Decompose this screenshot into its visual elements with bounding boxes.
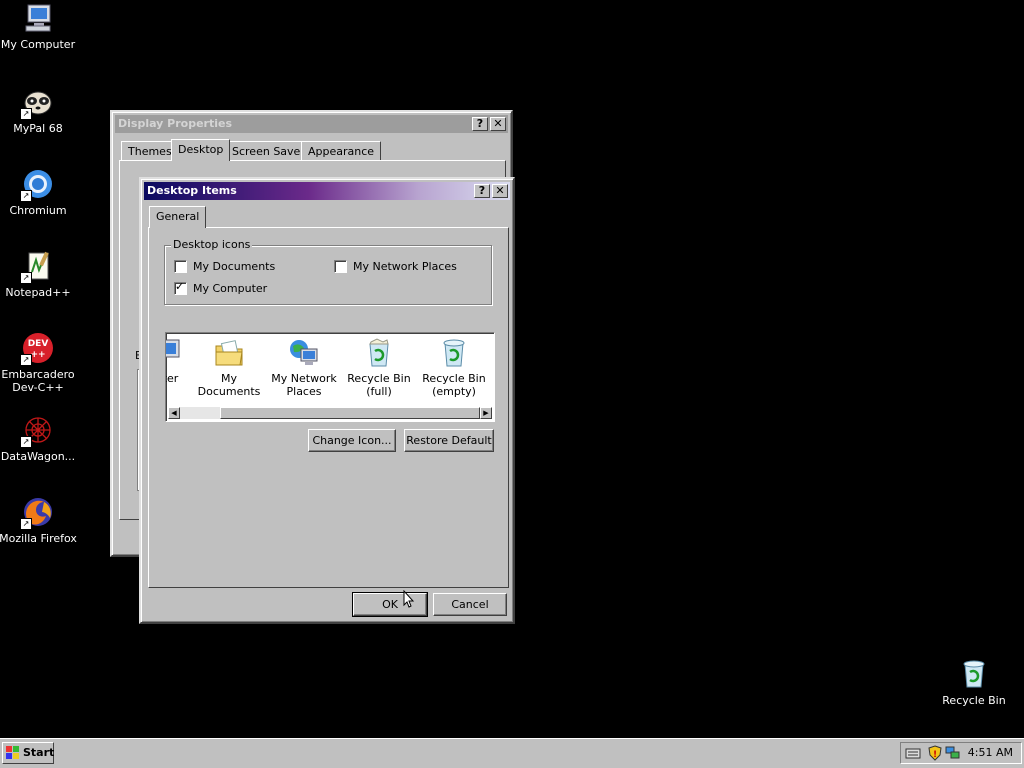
scroll-thumb[interactable] bbox=[220, 407, 480, 419]
checkbox-label: My Computer bbox=[193, 282, 268, 295]
devcpp-icon: DEV ++ ↗ bbox=[20, 332, 54, 366]
mypal-icon: ↗ bbox=[20, 86, 54, 120]
desktop-icon-label: MyPal 68 bbox=[13, 122, 63, 135]
desktop-icon-label: DataWagon... bbox=[0, 450, 76, 463]
network-places-icon bbox=[288, 337, 320, 369]
shortcut-arrow-icon: ↗ bbox=[20, 190, 32, 202]
shortcut-arrow-icon: ↗ bbox=[20, 354, 32, 366]
desktop-icon-label: Mozilla Firefox bbox=[0, 532, 77, 545]
checkbox-box[interactable] bbox=[174, 260, 187, 273]
svg-text:++: ++ bbox=[30, 350, 45, 360]
start-label: Start bbox=[23, 746, 55, 759]
desktop-items-dialog: Desktop Items ? ✕ General Desktop icons … bbox=[139, 177, 515, 624]
list-item-label: uter bbox=[166, 372, 179, 385]
shortcut-arrow-icon: ↗ bbox=[20, 108, 32, 120]
scroll-right-button[interactable]: ▶ bbox=[480, 407, 492, 419]
clock[interactable]: 4:51 AM bbox=[968, 746, 1013, 759]
shortcut-arrow-icon: ↗ bbox=[20, 518, 32, 530]
svg-text:DEV: DEV bbox=[28, 339, 49, 349]
desktop-icons-group: Desktop icons My Documents My Network Pl… bbox=[164, 238, 492, 305]
list-item-recycle-bin-full[interactable]: Recycle Bin (full) bbox=[342, 337, 416, 398]
scroll-left-button[interactable]: ◀ bbox=[168, 407, 180, 419]
start-button[interactable]: Start bbox=[2, 742, 54, 764]
desktop-icon-list[interactable]: uter My Documents My Network Places Recy… bbox=[165, 332, 495, 422]
desktop-icon-chromium[interactable]: ↗ Chromium bbox=[0, 168, 78, 217]
desktop-icon-notepadpp[interactable]: ↗ Notepad++ bbox=[0, 250, 78, 299]
ok-button[interactable]: OK bbox=[352, 592, 428, 617]
tab-appearance[interactable]: Appearance bbox=[301, 141, 382, 161]
system-tray: ! 4:51 AM bbox=[900, 742, 1022, 764]
list-item-label: Recycle Bin (empty) bbox=[422, 372, 486, 398]
list-item-my-network-places[interactable]: My Network Places bbox=[267, 337, 341, 398]
windows-logo-icon bbox=[6, 746, 19, 759]
tab-general[interactable]: General bbox=[149, 206, 207, 228]
desktop-icon-devcpp[interactable]: DEV ++ ↗ Embarcadero Dev-C++ bbox=[0, 332, 78, 394]
checkbox-my-documents[interactable]: My Documents bbox=[174, 260, 275, 273]
network-icon[interactable] bbox=[945, 745, 961, 761]
change-icon-button[interactable]: Change Icon... bbox=[308, 429, 396, 452]
tab-desktop[interactable]: Desktop bbox=[171, 139, 231, 161]
recycle-bin-full-icon bbox=[363, 337, 395, 369]
checkbox-box[interactable] bbox=[334, 260, 347, 273]
chromium-icon: ↗ bbox=[20, 168, 54, 202]
close-button[interactable]: ✕ bbox=[492, 184, 508, 198]
horizontal-scrollbar[interactable]: ◀ ▶ bbox=[168, 407, 492, 419]
desktop-icon-label: Chromium bbox=[9, 204, 67, 217]
computer-icon bbox=[22, 2, 54, 34]
list-item-my-documents[interactable]: My Documents bbox=[192, 337, 266, 398]
tab-screen-saver[interactable]: Screen Saver bbox=[225, 141, 312, 161]
folder-documents-icon bbox=[213, 337, 245, 369]
desktop-icon-datawagon[interactable]: ↗ DataWagon... bbox=[0, 414, 78, 463]
checkbox-my-network-places[interactable]: My Network Places bbox=[334, 260, 457, 273]
datawagon-icon: ↗ bbox=[20, 414, 54, 448]
desktop-icon-mypal[interactable]: ↗ MyPal 68 bbox=[0, 86, 78, 135]
mouse-cursor-icon bbox=[403, 590, 415, 608]
desktop-icon-label: Recycle Bin bbox=[942, 694, 1006, 707]
desktop-items-titlebar[interactable]: Desktop Items ? ✕ bbox=[144, 182, 510, 200]
general-panel: Desktop icons My Documents My Network Pl… bbox=[148, 227, 509, 588]
window-title: Display Properties bbox=[118, 117, 233, 130]
desktop-icon-label: Embarcadero Dev-C++ bbox=[1, 368, 75, 394]
desktop-icon-label: My Computer bbox=[0, 38, 76, 51]
taskbar: Start ! 4:51 AM bbox=[0, 738, 1024, 768]
shortcut-arrow-icon: ↗ bbox=[20, 272, 32, 284]
recycle-bin-icon bbox=[958, 658, 990, 690]
help-button[interactable]: ? bbox=[472, 117, 488, 131]
display-properties-titlebar[interactable]: Display Properties ? ✕ bbox=[115, 115, 508, 133]
list-item-label: My Documents bbox=[197, 372, 261, 398]
checkbox-my-computer[interactable]: ✓ My Computer bbox=[174, 280, 268, 295]
list-item-recycle-bin-empty[interactable]: Recycle Bin (empty) bbox=[417, 337, 491, 398]
checkbox-label: My Network Places bbox=[353, 260, 457, 273]
group-label: Desktop icons bbox=[171, 238, 253, 251]
list-item-label: My Network Places bbox=[271, 372, 337, 398]
help-button[interactable]: ? bbox=[474, 184, 490, 198]
check-mark-icon: ✓ bbox=[175, 280, 185, 293]
list-item-label: Recycle Bin (full) bbox=[347, 372, 411, 398]
keyboard-icon[interactable] bbox=[905, 746, 921, 760]
desktop-icon-recycle-bin[interactable]: Recycle Bin bbox=[934, 658, 1014, 707]
desktop-icon-label: Notepad++ bbox=[5, 286, 71, 299]
desktop-icon-my-computer[interactable]: My Computer bbox=[0, 2, 78, 51]
svg-text:!: ! bbox=[933, 750, 937, 760]
notepad-icon: ↗ bbox=[20, 250, 54, 284]
dialog-title: Desktop Items bbox=[147, 184, 237, 197]
checkbox-label: My Documents bbox=[193, 260, 276, 273]
computer-icon bbox=[166, 337, 183, 369]
shortcut-arrow-icon: ↗ bbox=[20, 436, 32, 448]
close-button[interactable]: ✕ bbox=[490, 117, 506, 131]
security-shield-icon[interactable]: ! bbox=[927, 745, 943, 761]
recycle-bin-empty-icon bbox=[438, 337, 470, 369]
cancel-button[interactable]: Cancel bbox=[433, 593, 507, 616]
checkbox-box[interactable]: ✓ bbox=[174, 280, 187, 295]
restore-default-button[interactable]: Restore Default bbox=[404, 429, 494, 452]
firefox-icon: ↗ bbox=[20, 496, 54, 530]
desktop-icon-firefox[interactable]: ↗ Mozilla Firefox bbox=[0, 496, 78, 545]
